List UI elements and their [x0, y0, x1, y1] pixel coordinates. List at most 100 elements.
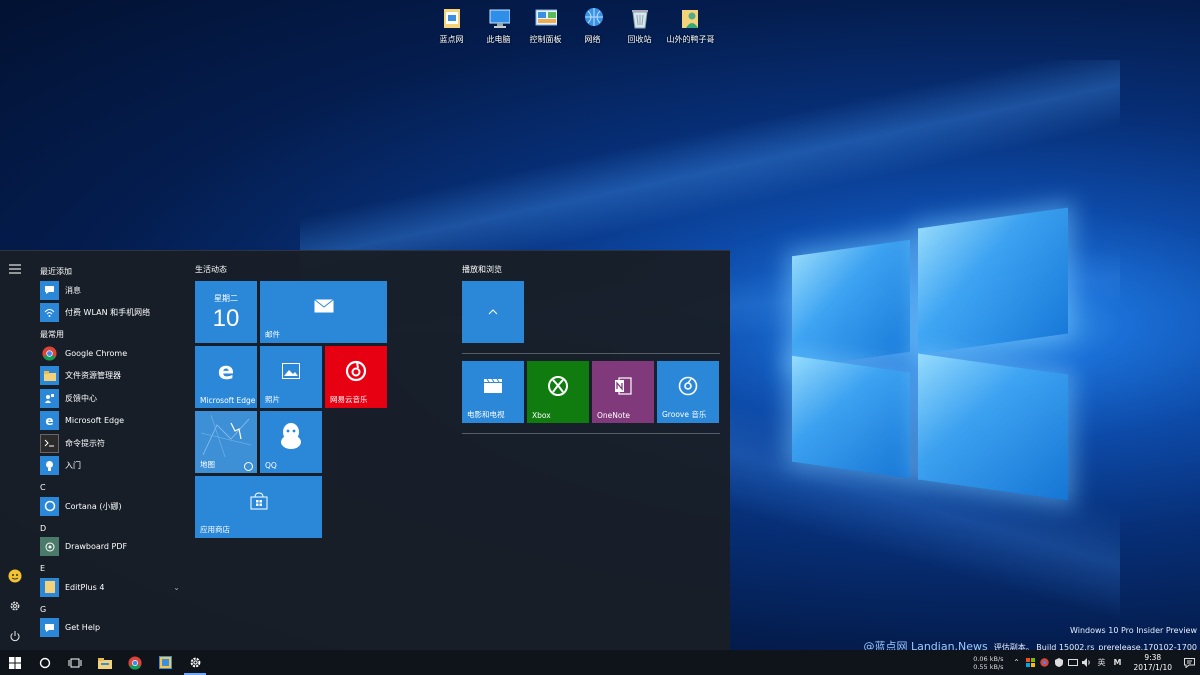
- taskbar: 0.06 kB/s 0.55 kB/s ⌃ 英 M 9:38 2017/1/10: [0, 650, 1200, 675]
- folder-divider: [462, 433, 720, 434]
- xbox-icon: [527, 361, 589, 411]
- taskbar-chrome[interactable]: [120, 650, 150, 675]
- map-pin-icon: [244, 462, 253, 471]
- feedback-icon: [40, 388, 59, 408]
- taskbar-settings[interactable]: [180, 650, 210, 675]
- tile-onenote[interactable]: OneNote: [592, 361, 654, 423]
- desktop-icon-this-pc[interactable]: 此电脑: [475, 6, 522, 45]
- tile-xbox[interactable]: Xbox: [527, 361, 589, 423]
- user-avatar-icon[interactable]: [7, 568, 23, 584]
- tile-edge[interactable]: e Microsoft Edge: [195, 346, 257, 408]
- app-list-item-paid-wlan[interactable]: 付费 WLAN 和手机网络: [34, 302, 184, 325]
- desktop-icon-network[interactable]: 网络: [569, 6, 616, 45]
- chevron-up-icon: [462, 281, 524, 343]
- app-list-item-messaging[interactable]: 消息: [34, 279, 184, 302]
- desktop-icon-recycle-bin[interactable]: 回收站: [616, 6, 663, 45]
- tile-groove[interactable]: Groove 音乐: [657, 361, 719, 423]
- app-list-item-edge[interactable]: e Microsoft Edge: [34, 410, 184, 433]
- app-list-item-get-started[interactable]: 入门: [34, 455, 184, 478]
- tile-store[interactable]: 应用商店: [195, 476, 322, 538]
- shield-tray-icon[interactable]: [1052, 650, 1066, 675]
- desktop-icon-label: 此电脑: [486, 35, 511, 44]
- taskbar-app[interactable]: [150, 650, 180, 675]
- netease-music-icon: [325, 346, 387, 396]
- section-letter-c[interactable]: C: [34, 481, 184, 495]
- desktop-icon-landian[interactable]: 蓝点网: [428, 6, 475, 45]
- tile-calendar[interactable]: 星期二 10: [195, 281, 257, 343]
- file-explorer-icon: [40, 366, 59, 386]
- build-watermark-line1: Windows 10 Pro Insider Preview: [1069, 626, 1197, 635]
- folder-icon: [441, 6, 463, 30]
- file-explorer-icon: [98, 657, 112, 669]
- ime-language[interactable]: 英: [1094, 650, 1110, 675]
- start-app-list: 最近添加 消息 付费 WLAN 和手机网络 最常用 Google Chrome …: [34, 261, 184, 651]
- color-app-tray-icon[interactable]: [1024, 650, 1038, 675]
- tile-movies-tv[interactable]: 电影和电视: [462, 361, 524, 423]
- section-letter-e[interactable]: E: [34, 562, 184, 576]
- photos-icon: [260, 346, 322, 396]
- task-view-button[interactable]: [60, 650, 90, 675]
- desktop-icon-label: 蓝点网: [439, 35, 464, 44]
- section-header-frequent: 最常用: [40, 330, 64, 339]
- app-list-item-chrome[interactable]: Google Chrome: [34, 342, 184, 365]
- settings-gear-icon: [190, 657, 200, 668]
- mail-icon: [260, 281, 387, 331]
- start-button[interactable]: [0, 650, 30, 675]
- tile-qq[interactable]: QQ: [260, 411, 322, 473]
- section-header-recent: 最近添加: [40, 267, 72, 276]
- desktop-icon-control-panel[interactable]: 控制面板: [522, 6, 569, 45]
- calendar-date: 10: [212, 305, 240, 332]
- tile-netease-music[interactable]: 网易云音乐: [325, 346, 387, 408]
- app-list-item-drawboard[interactable]: Drawboard PDF: [34, 536, 184, 559]
- tile-photos[interactable]: 照片: [260, 346, 322, 408]
- chevron-down-icon[interactable]: ⌄: [173, 583, 180, 592]
- control-panel-icon: [535, 6, 557, 30]
- app-list-item-cortana[interactable]: Cortana (小娜): [34, 495, 184, 518]
- app-list-item-get-help[interactable]: Get Help: [34, 617, 184, 640]
- app-list-item-cmd[interactable]: 命令提示符: [34, 432, 184, 455]
- store-bag-icon: [195, 476, 322, 526]
- taskbar-file-explorer[interactable]: [90, 650, 120, 675]
- app-list-item-feedback-hub[interactable]: 反馈中心: [34, 387, 184, 410]
- wlan-icon: [40, 303, 59, 323]
- action-center-button[interactable]: [1178, 657, 1200, 668]
- app-list-item-editplus[interactable]: EditPlus 4 ⌄: [34, 576, 184, 599]
- calendar-weekday: 星期二: [214, 294, 238, 303]
- network-tray-icon[interactable]: [1066, 650, 1080, 675]
- chrome-icon: [40, 344, 59, 363]
- ime-mode[interactable]: M: [1110, 650, 1126, 675]
- tile-mail[interactable]: 邮件: [260, 281, 387, 343]
- network-icon: [582, 6, 604, 30]
- section-letter-g[interactable]: G: [34, 603, 184, 617]
- settings-gear-icon[interactable]: [7, 598, 23, 614]
- desktop-icon-label: 山外的鸭子哥: [666, 35, 715, 44]
- chrome-icon: [128, 655, 142, 670]
- desktop-icon-user-folder[interactable]: 山外的鸭子哥: [663, 6, 718, 45]
- clock-date: 2017/1/10: [1133, 662, 1172, 672]
- chevron-up-icon[interactable]: ⌃: [1010, 650, 1024, 675]
- task-view-icon: [68, 658, 82, 667]
- desktop-icon-label: 控制面板: [529, 35, 562, 44]
- app-icon: [158, 656, 172, 669]
- tile-group-title-play: 播放和浏览: [462, 265, 502, 274]
- cortana-search-button[interactable]: [30, 650, 60, 675]
- cortana-circle-icon: [39, 657, 51, 668]
- desktop-icons: 蓝点网 此电脑 控制面板 网络 回收站 山外的鸭子哥: [428, 6, 718, 45]
- map-route-icon: [195, 411, 257, 461]
- desktop-icon-label: 网络: [584, 35, 601, 44]
- clock-time: 9:38: [1144, 652, 1162, 662]
- section-letter-d[interactable]: D: [34, 522, 184, 536]
- volume-icon[interactable]: [1080, 650, 1094, 675]
- clock[interactable]: 9:38 2017/1/10: [1134, 653, 1172, 673]
- hamburger-menu-icon[interactable]: [7, 261, 23, 277]
- app-list-item-file-explorer[interactable]: 文件资源管理器: [34, 365, 184, 388]
- tile-maps[interactable]: 地图: [195, 411, 257, 473]
- chrome-tray-icon[interactable]: [1038, 650, 1052, 675]
- tile-collapse-folder[interactable]: [462, 281, 524, 343]
- power-icon[interactable]: [7, 628, 23, 644]
- folder-divider: [462, 353, 720, 354]
- edge-icon: e: [40, 411, 59, 431]
- network-speed-meter[interactable]: 0.06 kB/s 0.55 kB/s: [973, 655, 1003, 671]
- drawboard-icon: [40, 537, 59, 557]
- movie-clapper-icon: [462, 361, 524, 411]
